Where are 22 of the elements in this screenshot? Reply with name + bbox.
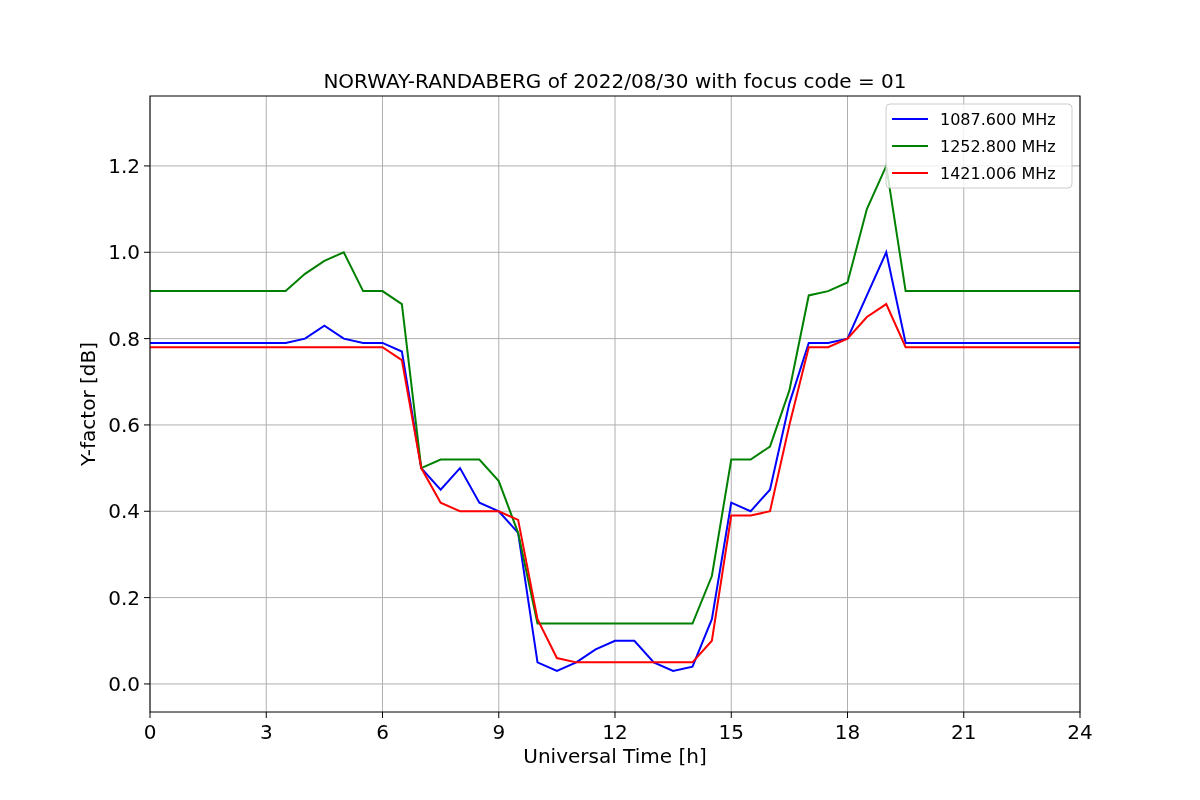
y-tick-label: 1.2 (108, 153, 140, 178)
x-tick-label: 21 (951, 720, 977, 744)
x-tick-label: 3 (259, 720, 273, 744)
chart-title: NORWAY-RANDABERG of 2022/08/30 with focus code = 01 (323, 69, 907, 93)
legend-label: 1421.006 MHz (940, 164, 1056, 183)
x-tick-label: 6 (376, 720, 389, 744)
legend-label: 1252.800 MHz (940, 137, 1056, 156)
x-tick-label: 18 (834, 720, 861, 744)
y-tick-label: 0.8 (108, 326, 140, 351)
y-tick-label: 0.0 (108, 671, 140, 696)
y-tick-label: 0.2 (108, 585, 140, 610)
x-tick-label: 9 (492, 720, 506, 744)
legend-label: 1087.600 MHz (940, 110, 1056, 129)
y-axis-label: Y-factor [dB] (76, 342, 100, 466)
x-tick-label: 12 (602, 720, 628, 744)
x-axis-label: Universal Time [h] (523, 744, 707, 768)
x-tick-label: 24 (1067, 720, 1093, 744)
x-tick-label: 0 (143, 720, 157, 744)
y-tick-label: 0.4 (108, 499, 140, 524)
x-tick-label: 15 (718, 720, 744, 744)
y-tick-label: 0.6 (108, 412, 140, 437)
y-tick-label: 1.0 (108, 240, 140, 265)
